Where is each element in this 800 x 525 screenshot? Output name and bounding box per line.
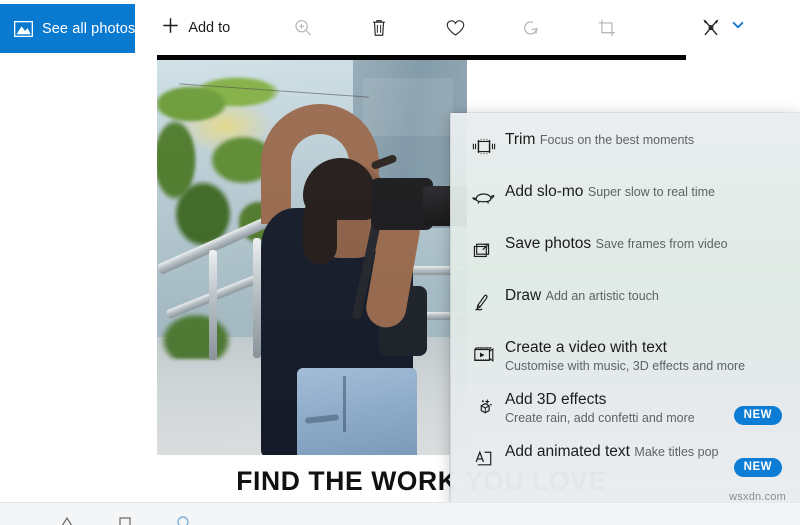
menu-item-text: Trim Focus on the best moments (503, 130, 786, 149)
zoom-in-icon[interactable] (282, 7, 324, 49)
menu-item-title: Save photos (505, 235, 592, 252)
menu-item-save-photos[interactable]: Save photos Save frames from video (451, 228, 800, 280)
menu-item-title: Create a video with text (505, 339, 667, 356)
photos-library-icon (13, 20, 34, 37)
menu-item-create-video-with-text[interactable]: Create a video with text Customise with … (451, 332, 800, 384)
photo-railing-post (209, 250, 217, 360)
plus-icon (161, 16, 180, 40)
chevron-down-icon (731, 18, 745, 37)
crop-icon[interactable] (586, 7, 628, 49)
partial-icon-a[interactable] (60, 515, 74, 525)
three-d-effects-icon (465, 390, 503, 419)
menu-item-title: Add animated text (505, 443, 630, 460)
photo-stage: PO ORIGINAL FIND THE WORK YOU LOVE (0, 55, 800, 525)
menu-item-subtitle: Customise with music, 3D effects and mor… (505, 359, 746, 373)
bottom-strip (0, 502, 800, 525)
top-toolbar: See all photos Add to (0, 0, 800, 55)
rotate-icon[interactable] (510, 7, 552, 49)
heart-icon[interactable] (434, 7, 476, 49)
menu-item-add-animated-text[interactable]: Add animated text Make titles pop NEW (451, 436, 800, 488)
edit-and-create-icon (690, 7, 732, 49)
turtle-slomo-icon (465, 182, 503, 206)
photos-app-window: See all photos Add to FIND THE WORK YOU … (0, 0, 800, 525)
menu-item-add-3d-effects[interactable]: Add 3D effects Create rain, add confetti… (451, 384, 800, 436)
trim-icon (465, 130, 503, 156)
menu-item-text: Add 3D effects Create rain, add confetti… (503, 390, 734, 427)
badge-new: NEW (733, 457, 782, 477)
photo-railing-post (253, 238, 261, 358)
menu-item-text: Save photos Save frames from video (503, 234, 786, 253)
bottom-partial-icons (60, 515, 190, 525)
see-all-photos-label: See all photos (42, 20, 136, 37)
menu-item-text: Create a video with text Customise with … (503, 338, 786, 375)
menu-item-subtitle: Focus on the best moments (539, 133, 695, 147)
menu-item-text: Draw Add an artistic touch (503, 286, 786, 305)
add-to-button[interactable]: Add to (153, 7, 238, 49)
photo-bush (161, 313, 231, 359)
menu-item-subtitle: Super slow to real time (587, 185, 715, 199)
draw-pen-icon (465, 286, 503, 313)
menu-item-text: Add slo-mo Super slow to real time (503, 182, 786, 201)
menu-item-text: Add animated text Make titles pop (503, 442, 734, 461)
menu-item-title: Add 3D effects (505, 391, 607, 408)
video-with-text-icon (465, 338, 503, 364)
animated-text-icon (465, 442, 503, 469)
menu-item-title: Add slo-mo (505, 183, 584, 200)
see-all-photos-button[interactable]: See all photos (0, 4, 136, 53)
menu-item-subtitle: Save frames from video (595, 237, 728, 251)
edit-and-create-button[interactable] (690, 7, 745, 49)
delete-icon[interactable] (358, 7, 400, 49)
edit-and-create-menu: Trim Focus on the best moments Add slo-m… (450, 113, 800, 507)
badge-new: NEW (733, 405, 782, 425)
menu-item-trim[interactable]: Trim Focus on the best moments (451, 124, 800, 176)
menu-item-subtitle: Make titles pop (634, 445, 719, 459)
menu-item-subtitle: Add an artistic touch (545, 289, 659, 303)
partial-icon-c[interactable] (176, 515, 190, 525)
menu-item-draw[interactable]: Draw Add an artistic touch (451, 280, 800, 332)
photo-hair (303, 200, 337, 264)
menu-item-add-slo-mo[interactable]: Add slo-mo Super slow to real time (451, 176, 800, 228)
menu-item-title: Trim (505, 131, 536, 148)
add-to-label: Add to (188, 19, 231, 36)
menu-item-title: Draw (505, 287, 542, 304)
menu-item-subtitle: Create rain, add confetti and more (505, 411, 695, 425)
photo-image[interactable]: PO ORIGINAL (157, 60, 467, 455)
photo-denim-shorts (297, 368, 417, 455)
partial-icon-b[interactable] (118, 515, 132, 525)
save-photos-icon (465, 234, 503, 261)
